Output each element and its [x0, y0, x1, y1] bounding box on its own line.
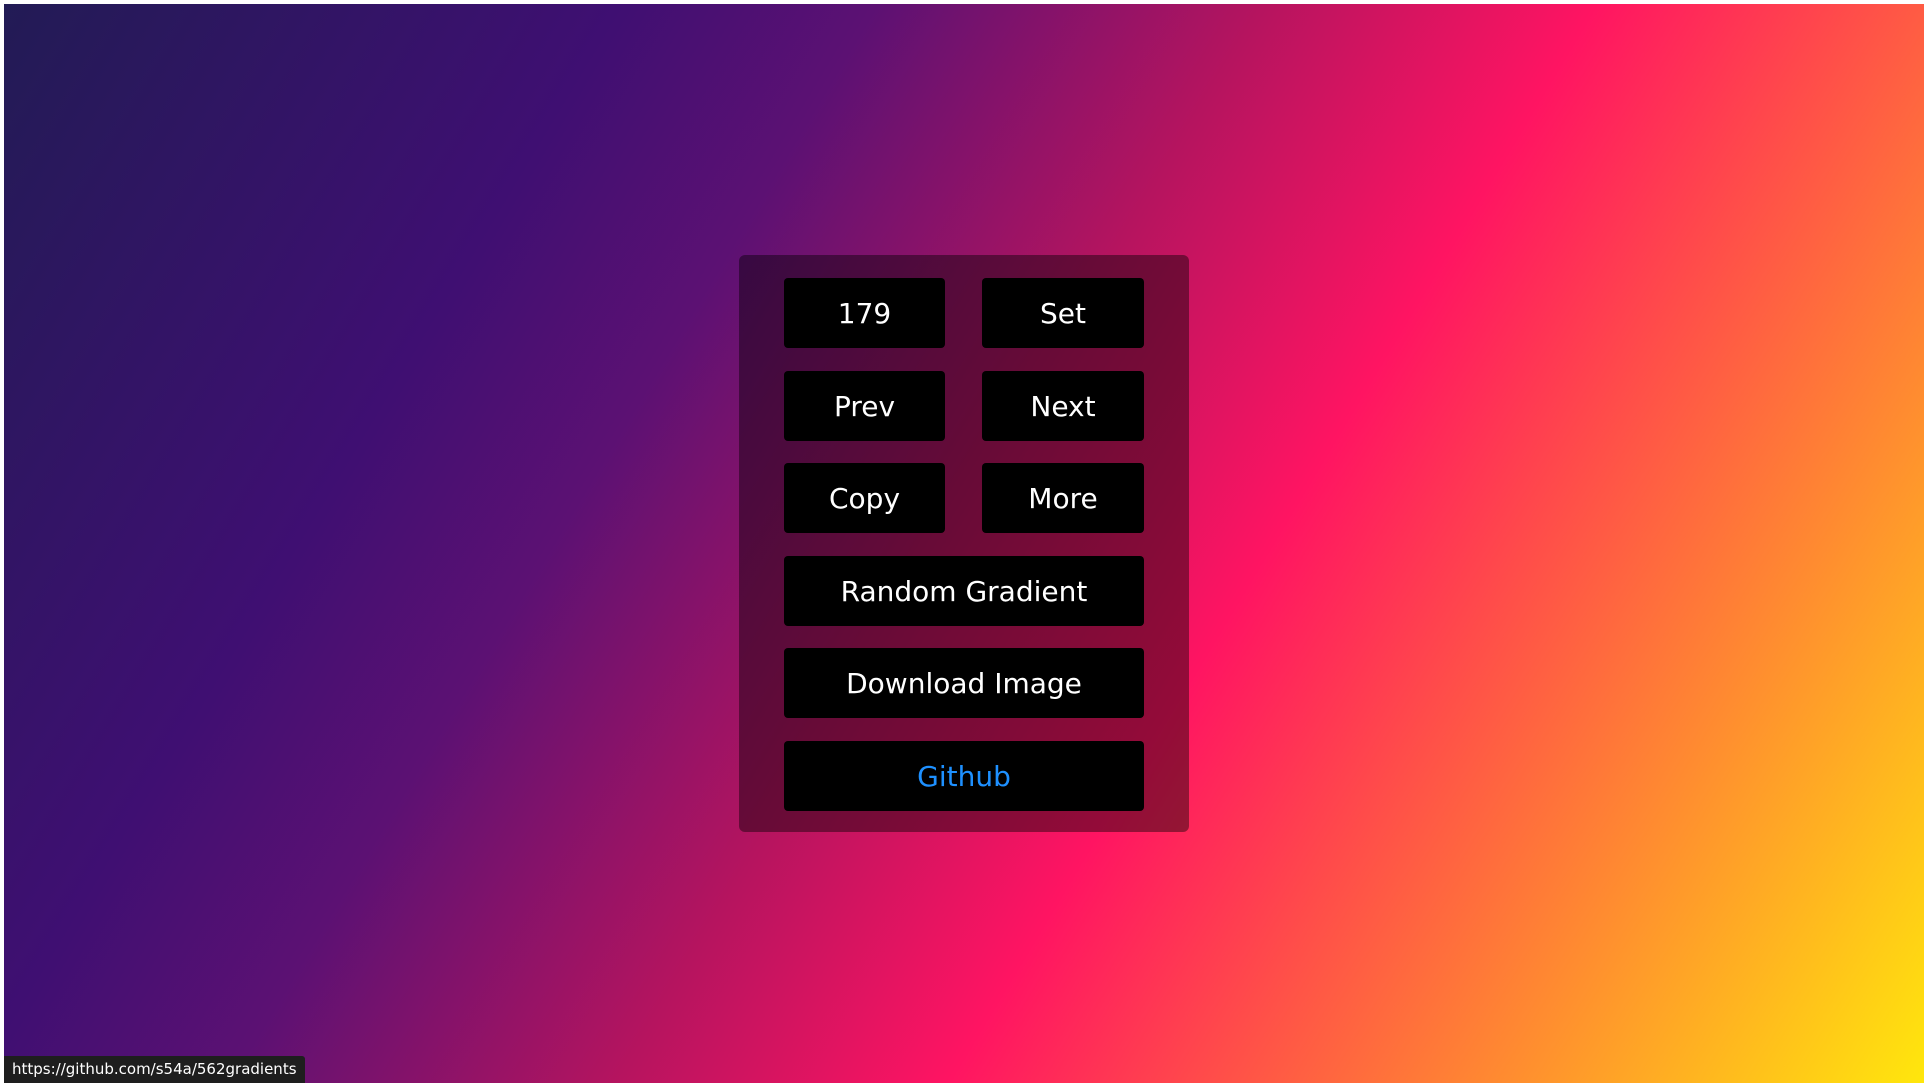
github-link-button[interactable]: Github: [784, 741, 1144, 811]
copy-button[interactable]: Copy: [784, 463, 945, 533]
random-gradient-button[interactable]: Random Gradient: [784, 556, 1144, 626]
set-button[interactable]: Set: [982, 278, 1144, 348]
next-button[interactable]: Next: [982, 371, 1144, 441]
control-panel: 179 Set Prev Next Copy More Random Gradi…: [739, 255, 1189, 832]
gradient-number-display[interactable]: 179: [784, 278, 945, 348]
gradient-viewport: 179 Set Prev Next Copy More Random Gradi…: [4, 4, 1924, 1083]
prev-button[interactable]: Prev: [784, 371, 945, 441]
more-button[interactable]: More: [982, 463, 1144, 533]
status-bar-url: https://github.com/s54a/562gradients: [4, 1056, 305, 1083]
download-image-button[interactable]: Download Image: [784, 648, 1144, 718]
